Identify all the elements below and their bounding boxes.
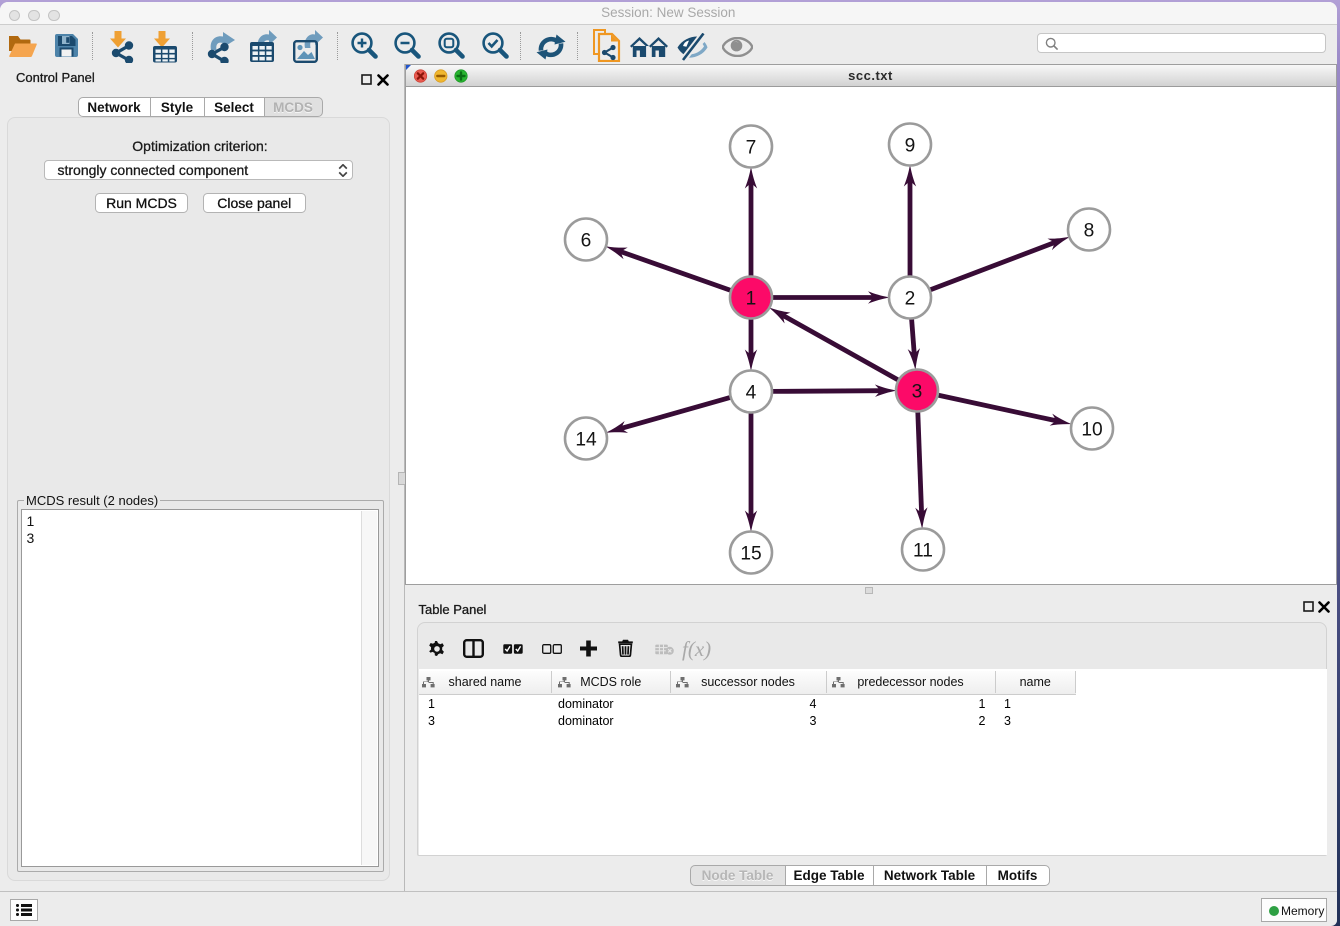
svg-text:4: 4 <box>745 382 756 403</box>
svg-text:15: 15 <box>740 543 761 564</box>
svg-text:1: 1 <box>745 288 756 309</box>
svg-text:3: 3 <box>911 381 922 402</box>
svg-text:7: 7 <box>745 137 756 158</box>
svg-text:2: 2 <box>904 288 915 309</box>
svg-text:10: 10 <box>1081 419 1102 440</box>
svg-text:9: 9 <box>904 135 915 156</box>
svg-text:6: 6 <box>580 230 591 251</box>
svg-text:14: 14 <box>575 429 597 450</box>
svg-text:8: 8 <box>1083 220 1094 241</box>
svg-text:11: 11 <box>913 540 933 561</box>
